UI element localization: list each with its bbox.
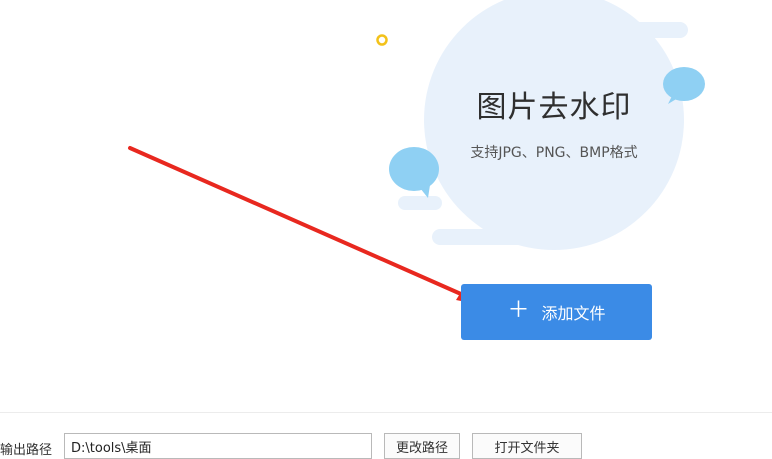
bubble-left-icon (389, 147, 439, 198)
pill-line-bottom (432, 229, 542, 245)
output-path-label: 输出路径 (0, 443, 53, 458)
add-file-button[interactable]: ＋ 添加文件 (461, 284, 652, 340)
app-canvas: 图片去水印 支持JPG、PNG、BMP格式 ＋ 添加文件 输出路径 更改路径 打… (0, 0, 772, 459)
hero-subtitle: 支持JPG、PNG、BMP格式 (470, 145, 638, 161)
hero-title: 图片去水印 (476, 90, 632, 125)
output-path-input[interactable] (64, 433, 372, 459)
add-file-label: 添加文件 (541, 304, 606, 323)
pill-line-left-1 (398, 196, 442, 210)
output-bar: 输出路径 更改路径 打开文件夹 (0, 412, 772, 459)
open-folder-button[interactable]: 打开文件夹 (472, 433, 582, 459)
change-path-button[interactable]: 更改路径 (384, 433, 460, 459)
dot-decoration (376, 34, 388, 46)
pill-line-top (560, 22, 688, 38)
plus-icon: ＋ (507, 298, 530, 323)
hero-illustration (128, 0, 705, 306)
